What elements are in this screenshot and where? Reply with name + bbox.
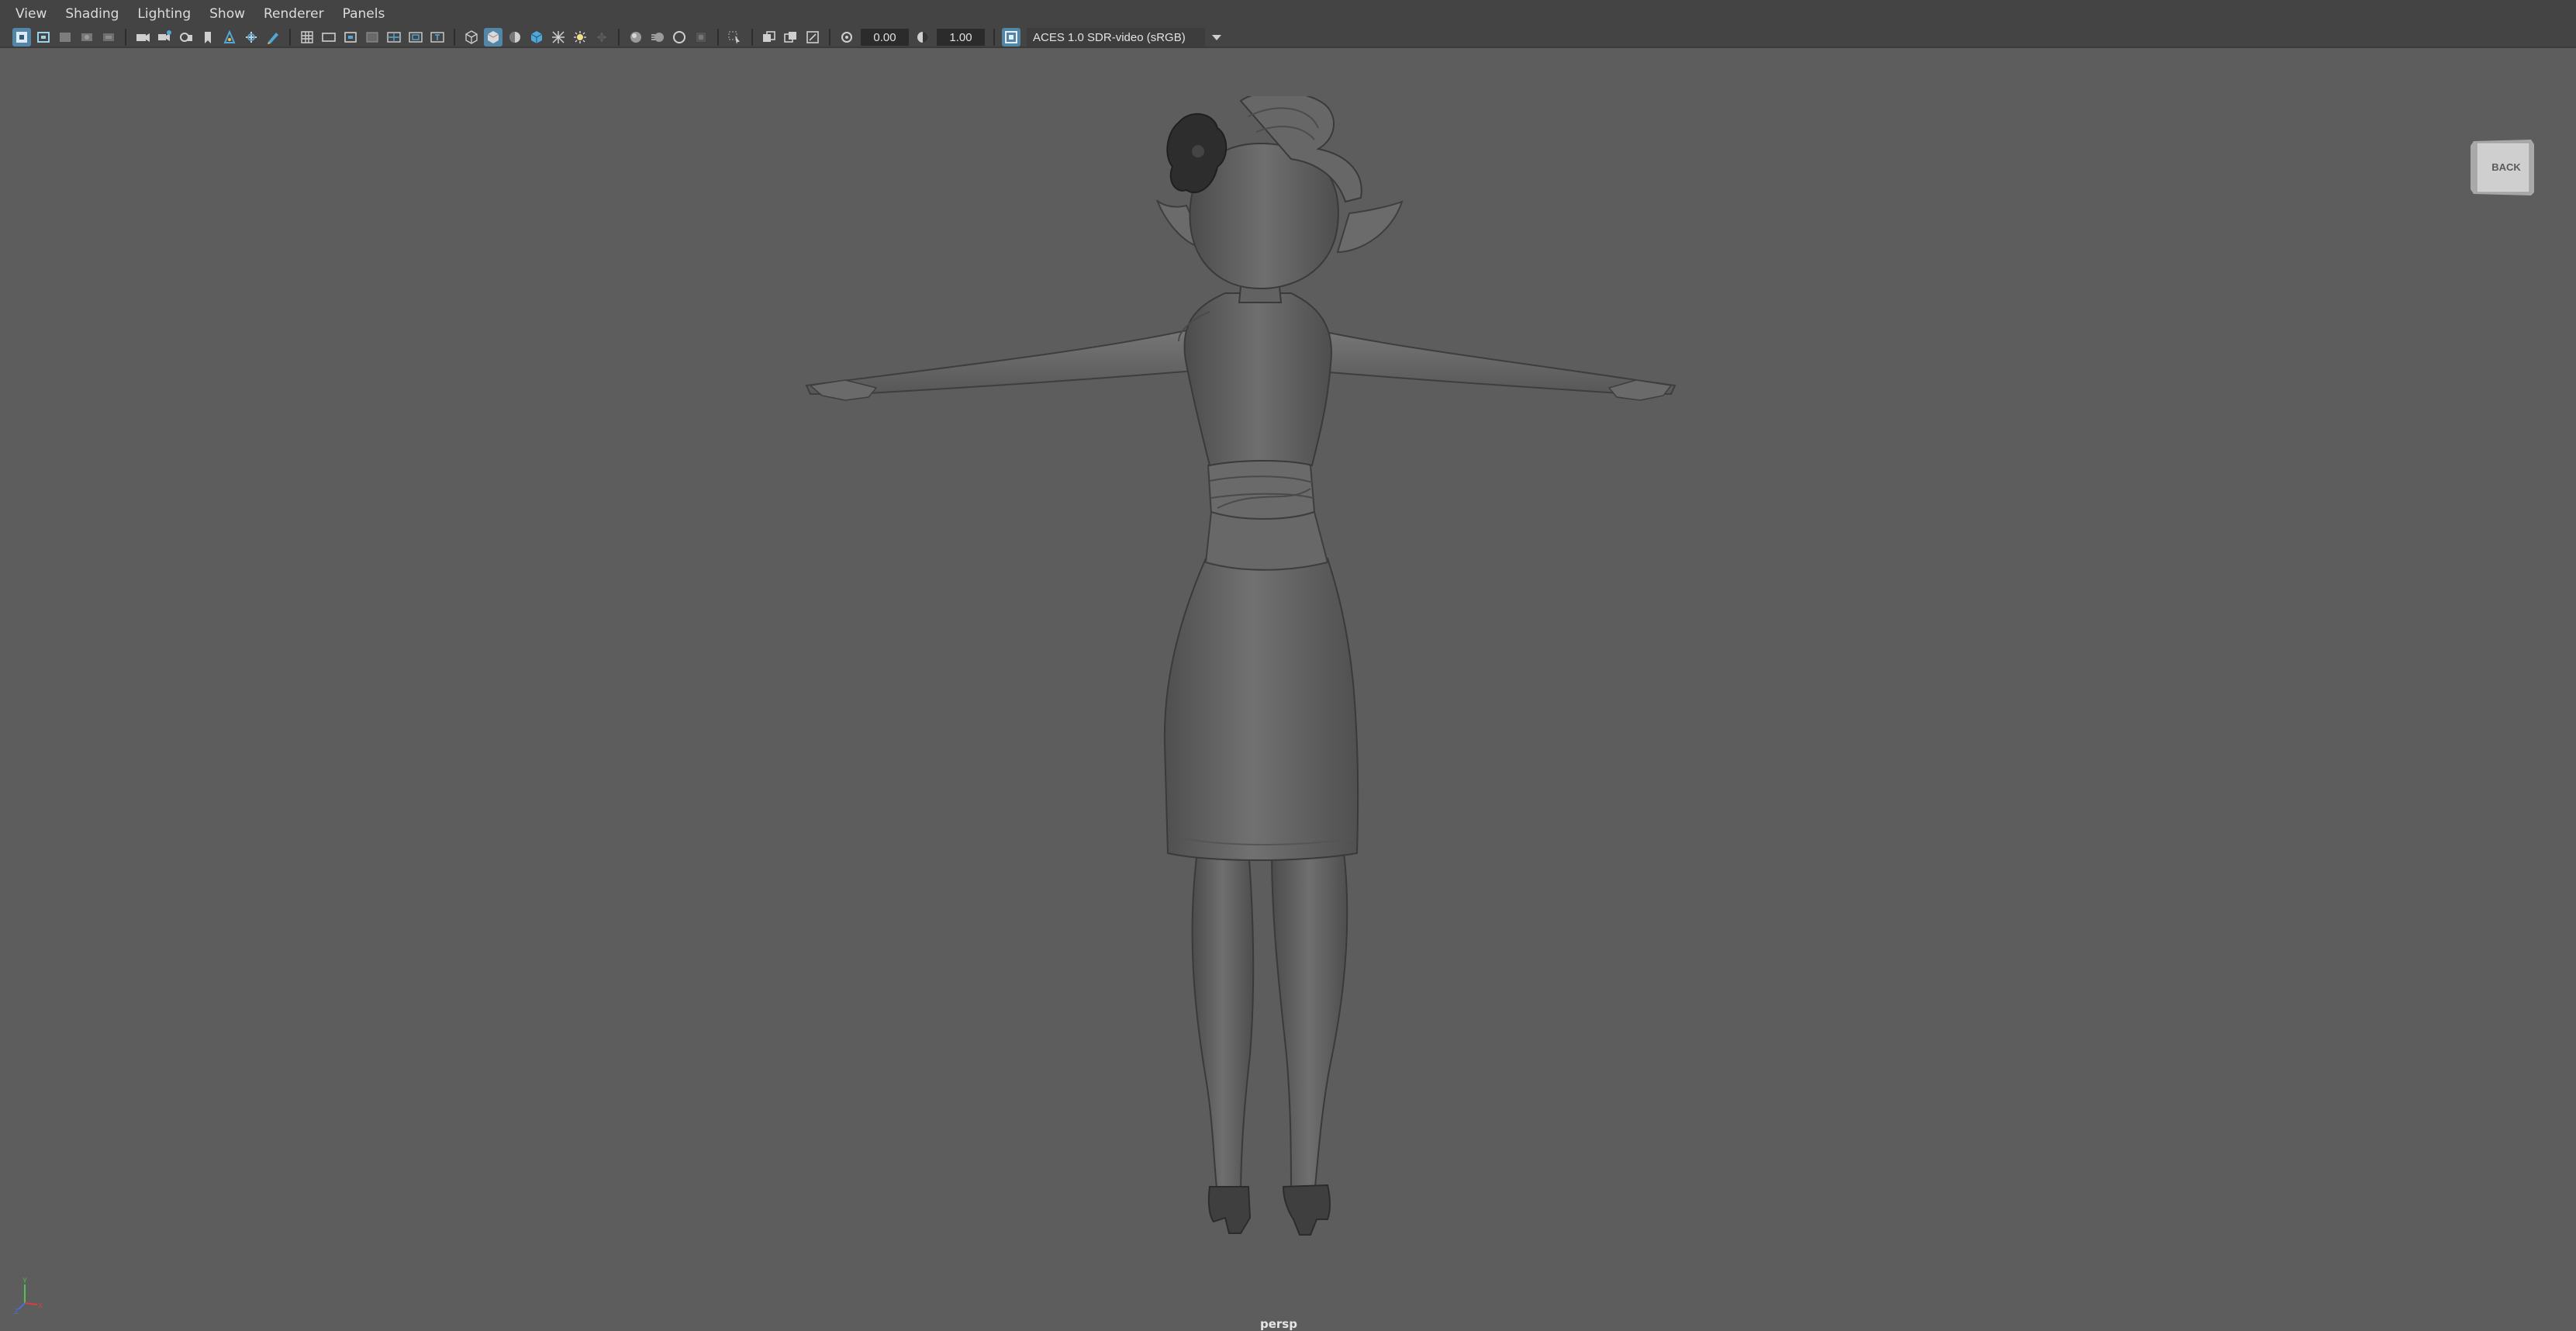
- smooth-shade-icon[interactable]: [484, 28, 502, 47]
- panel-toolbar: 0.00 1.00 ACES 1.0 SDR-video (sRGB): [0, 28, 2576, 48]
- isolate-select-icon[interactable]: [726, 28, 744, 47]
- toolbar-divider: [454, 29, 455, 46]
- color-management-select[interactable]: ACES 1.0 SDR-video (sRGB): [1027, 28, 1205, 47]
- toolbar-divider: [618, 29, 620, 46]
- viewcube-face-label[interactable]: BACK: [2491, 161, 2521, 173]
- toolbar-divider: [993, 29, 995, 46]
- toolbar-divider: [125, 29, 126, 46]
- xray-icon[interactable]: [549, 28, 568, 47]
- gamma-icon[interactable]: [913, 28, 932, 47]
- toolbar-divider: [289, 29, 291, 46]
- ambient-occlusion-icon[interactable]: [627, 28, 645, 47]
- lights-icon[interactable]: [571, 28, 589, 47]
- safe-action-icon[interactable]: [406, 28, 425, 47]
- xray-active-components-icon[interactable]: [782, 28, 800, 47]
- menu-panels[interactable]: Panels: [333, 6, 395, 22]
- toolbar-divider: [751, 29, 753, 46]
- viewport-3d[interactable]: BACK Y X Z persp: [0, 50, 2576, 1331]
- textured-icon[interactable]: [527, 28, 546, 47]
- lock-camera-icon[interactable]: [177, 28, 195, 47]
- axis-z-label: Z: [14, 1308, 19, 1315]
- menu-renderer[interactable]: Renderer: [254, 6, 333, 22]
- xray-joints-icon[interactable]: [760, 28, 779, 47]
- axis-y-label: Y: [22, 1277, 27, 1284]
- toolbar-divider: [829, 29, 830, 46]
- grid-icon[interactable]: [298, 28, 316, 47]
- select-camera-icon[interactable]: [12, 28, 31, 47]
- chevron-down-icon[interactable]: [1207, 28, 1227, 47]
- menu-shading[interactable]: Shading: [56, 6, 128, 22]
- character-model[interactable]: [775, 96, 1690, 1291]
- gate-mask-icon[interactable]: [363, 28, 382, 47]
- menu-lighting[interactable]: Lighting: [128, 6, 200, 22]
- resolution-gate-icon[interactable]: [341, 28, 360, 47]
- toolbar-divider: [717, 29, 719, 46]
- view-transform-icon[interactable]: [1002, 28, 1020, 47]
- grease-pencil-icon[interactable]: [99, 28, 118, 47]
- frame-camera-icon[interactable]: [155, 28, 174, 47]
- exposure-icon[interactable]: [837, 28, 856, 47]
- camera-name-label: persp: [1260, 1317, 1297, 1331]
- motion-blur-icon[interactable]: [648, 28, 667, 47]
- toggle-pan-zoom-icon[interactable]: [242, 28, 261, 47]
- view-cube[interactable]: BACK: [2467, 137, 2537, 199]
- axis-indicator: Y X Z: [14, 1277, 43, 1315]
- bookmarks-icon[interactable]: [56, 28, 74, 47]
- backface-culling-icon[interactable]: [803, 28, 822, 47]
- shadows-icon[interactable]: [592, 28, 611, 47]
- field-chart-icon[interactable]: [385, 28, 403, 47]
- grease-pencil-tool-icon[interactable]: [264, 28, 282, 47]
- 2d-pan-zoom-icon[interactable]: [220, 28, 239, 47]
- menu-show[interactable]: Show: [200, 6, 254, 22]
- menu-view[interactable]: View: [6, 6, 56, 22]
- anti-aliasing-icon[interactable]: [670, 28, 689, 47]
- safe-title-icon[interactable]: [428, 28, 447, 47]
- axis-x-label: X: [38, 1302, 43, 1309]
- film-gate-icon[interactable]: [319, 28, 338, 47]
- default-material-icon[interactable]: [506, 28, 524, 47]
- panel-menubar: View Shading Lighting Show Renderer Pane…: [0, 0, 2576, 28]
- wireframe-icon[interactable]: [462, 28, 481, 47]
- depth-of-field-icon[interactable]: [692, 28, 710, 47]
- bookmark-icon[interactable]: [199, 28, 217, 47]
- exposure-field[interactable]: 0.00: [861, 29, 909, 46]
- camera-attributes-icon[interactable]: [34, 28, 53, 47]
- gamma-field[interactable]: 1.00: [937, 29, 985, 46]
- image-plane-icon[interactable]: [78, 28, 96, 47]
- camera-icon[interactable]: [133, 28, 152, 47]
